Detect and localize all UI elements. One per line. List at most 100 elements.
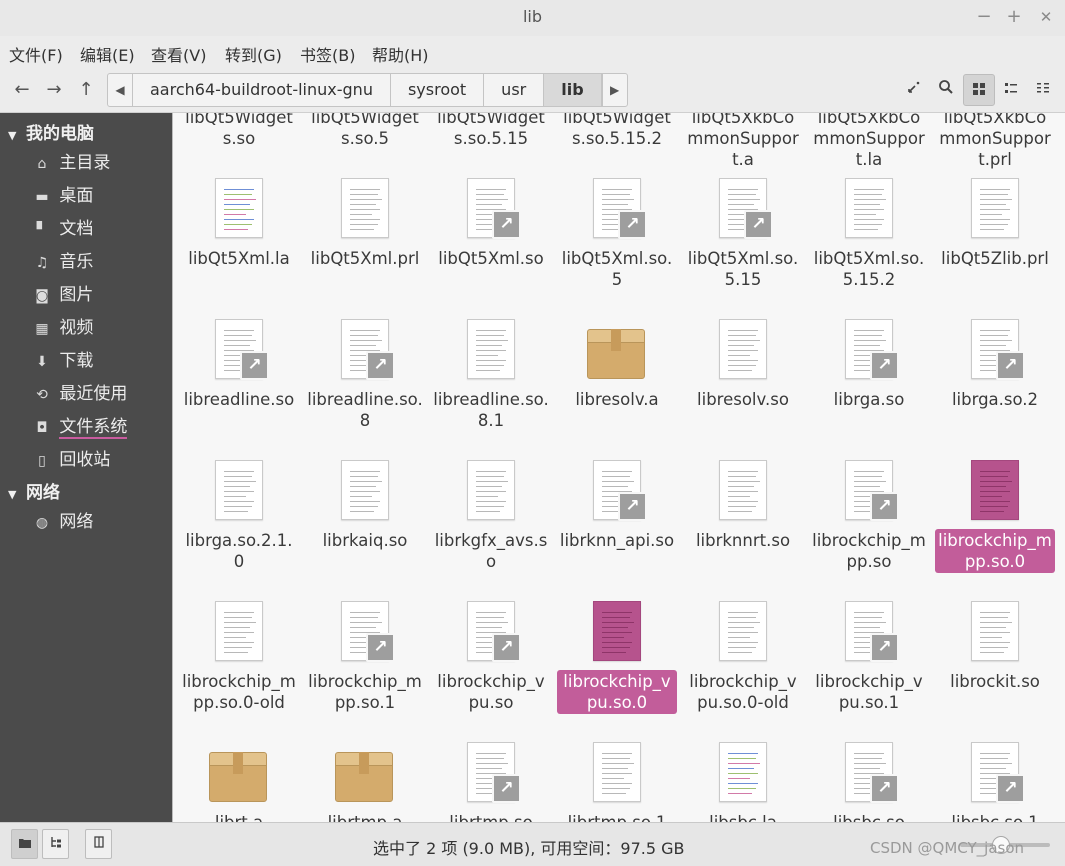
status-text: 选中了 2 项 (9.0 MB), 可用空间：97.5 GB [373, 839, 685, 858]
breadcrumb-item-lib[interactable]: lib [544, 74, 602, 106]
file-name: libQt5Xml.la [188, 249, 290, 268]
breadcrumb: ◀ aarch64-buildroot-linux-gnu sysroot us… [107, 73, 628, 107]
back-button[interactable]: ← [9, 77, 35, 103]
file-name: librkgfx_avs.so [434, 531, 548, 571]
places-pane-button[interactable] [11, 829, 38, 859]
package-box [209, 752, 267, 802]
sidebar-item-pictures[interactable]: ◙ 图片 [30, 280, 165, 308]
document-page [215, 178, 263, 238]
toggle-sidebar-button[interactable] [85, 829, 112, 859]
breadcrumb-item-aarch64[interactable]: aarch64-buildroot-linux-gnu [133, 74, 391, 106]
menu-help[interactable]: 帮助(H) [372, 42, 429, 66]
text-file-icon [719, 742, 767, 802]
sidebar-heading-network[interactable]: ▼ 网络 [8, 478, 60, 503]
file-icon [467, 319, 515, 379]
tree-pane-button[interactable] [42, 829, 69, 859]
file-name: libsbc.so.1 [935, 811, 1055, 822]
forward-button[interactable]: → [41, 77, 67, 103]
menu-file[interactable]: 文件(F) [9, 42, 63, 66]
status-bar: 选中了 2 项 (9.0 MB), 可用空间：97.5 GB CSDN @QMC… [0, 822, 1065, 866]
file-name: libQt5Xml.so.5.15 [687, 249, 799, 289]
sidebar-item-desktop[interactable]: ▬ 桌面 [30, 181, 165, 209]
sidebar-item-music[interactable]: ♫ 音乐 [30, 247, 165, 275]
file-name: libQt5Xml.so.5.15.2 [813, 249, 925, 289]
search-icon[interactable] [930, 74, 962, 106]
package-box [587, 329, 645, 379]
menu-edit[interactable]: 编辑(E) [80, 42, 135, 66]
file-icon [971, 460, 1019, 520]
download-icon: ⬇ [36, 354, 48, 370]
document-page [467, 319, 515, 379]
close-button[interactable]: ✕ [1035, 6, 1057, 28]
file-icon [971, 178, 1019, 238]
file-name: librga.so.2 [951, 390, 1039, 409]
symlink-arrow-icon: ↗ [870, 351, 899, 380]
file-name: librkaiq.so [322, 531, 408, 550]
menu-go[interactable]: 转到(G) [225, 42, 282, 66]
symlink-file-icon: ↗ [215, 319, 269, 380]
icon-view-icon[interactable] [963, 74, 995, 106]
up-button[interactable]: ↑ [73, 77, 99, 103]
file-name: libQt5Zlib.prl [941, 249, 1049, 268]
location-toggle-icon[interactable] [898, 74, 930, 106]
file-name: libQt5XkbCommonSupport.prl [939, 113, 1051, 169]
list-view-icon[interactable] [995, 74, 1027, 106]
file-name: librockchip_vpu.so.0-old [689, 672, 797, 712]
document-page [845, 178, 893, 238]
breadcrumb-item-sysroot[interactable]: sysroot [391, 74, 485, 106]
sidebar-item-home[interactable]: ⌂ 主目录 [30, 148, 165, 176]
file-icon [341, 460, 389, 520]
file-name: libQt5Widgets.so.5 [311, 113, 419, 148]
symlink-file-icon: ↗ [845, 742, 899, 803]
watermark: CSDN @QMCY_jason [870, 839, 1025, 857]
compact-view-icon[interactable] [1027, 74, 1059, 106]
minimize-button[interactable]: − [973, 6, 995, 28]
breadcrumb-item-usr[interactable]: usr [484, 74, 545, 106]
file-icon [341, 178, 389, 238]
document-page [719, 319, 767, 379]
symlink-arrow-icon: ↗ [996, 774, 1025, 803]
sidebar-item-filesystem[interactable]: ◘ 文件系统 [30, 412, 165, 440]
sidebar-item-documents[interactable]: ▘ 文档 [30, 214, 165, 242]
symlink-arrow-icon: ↗ [870, 633, 899, 662]
file-name: libsbc.la [683, 811, 803, 822]
file-name: libQt5Widgets.so [185, 113, 293, 148]
breadcrumb-scroll-left-button[interactable]: ◀ [108, 74, 133, 106]
symlink-file-icon: ↗ [971, 319, 1025, 380]
toolbar: ← → ↑ ◀ aarch64-buildroot-linux-gnu sysr… [0, 68, 1065, 113]
file-name: librtmp.so [431, 811, 551, 822]
symlink-file-icon: ↗ [719, 178, 773, 239]
menu-view[interactable]: 查看(V) [151, 42, 206, 66]
file-grid[interactable]: ↗ libQt5Widgets.so ↗ libQt5Widgets.so.5 ↗ lib… [172, 113, 1065, 822]
menu-bar: 文件(F) 编辑(E) 查看(V) 转到(G) 书签(B) 帮助(H) [0, 36, 1065, 68]
sidebar-item-recent[interactable]: ⟲ 最近使用 [30, 379, 165, 407]
recent-icon: ⟲ [36, 387, 48, 403]
package-box [335, 752, 393, 802]
maximize-button[interactable]: + [1003, 6, 1025, 28]
file-name: libsbc.so [809, 811, 929, 822]
menu-bookmarks[interactable]: 书签(B) [300, 42, 355, 66]
file-name: libreadline.so.8.1 [433, 390, 549, 430]
sidebar-item-videos[interactable]: ▦ 视频 [30, 313, 165, 341]
sidebar-item-downloads[interactable]: ⬇ 下载 [30, 346, 165, 374]
file-name: librockchip_vpu.so.0 [557, 670, 677, 714]
documents-icon: ▘ [36, 222, 48, 238]
file-name: librt.a [179, 811, 299, 822]
title-bar[interactable]: lib − + ✕ [0, 0, 1065, 36]
file-manager-window: lib − + ✕ 文件(F) 编辑(E) 查看(V) 转到(G) 书签(B) … [0, 0, 1065, 866]
videos-icon: ▦ [35, 321, 49, 337]
file-name: librknnrt.so [695, 531, 791, 550]
sidebar-item-network[interactable]: ◍ 网络 [30, 507, 165, 535]
window-title: lib [522, 7, 543, 26]
sidebar-item-trash[interactable]: ▯ 回收站 [30, 445, 165, 473]
document-page [215, 460, 263, 520]
file-icon [215, 460, 263, 520]
file-name: libreadline.so [183, 390, 295, 409]
file-name: libQt5Xml.prl [310, 249, 420, 268]
file-icon [467, 460, 515, 520]
breadcrumb-scroll-right-button[interactable]: ▶ [601, 74, 627, 106]
document-page [971, 460, 1019, 520]
file-icon [719, 319, 767, 379]
sidebar-heading-my-computer[interactable]: ▼ 我的电脑 [8, 119, 94, 144]
file-icon [719, 460, 767, 520]
